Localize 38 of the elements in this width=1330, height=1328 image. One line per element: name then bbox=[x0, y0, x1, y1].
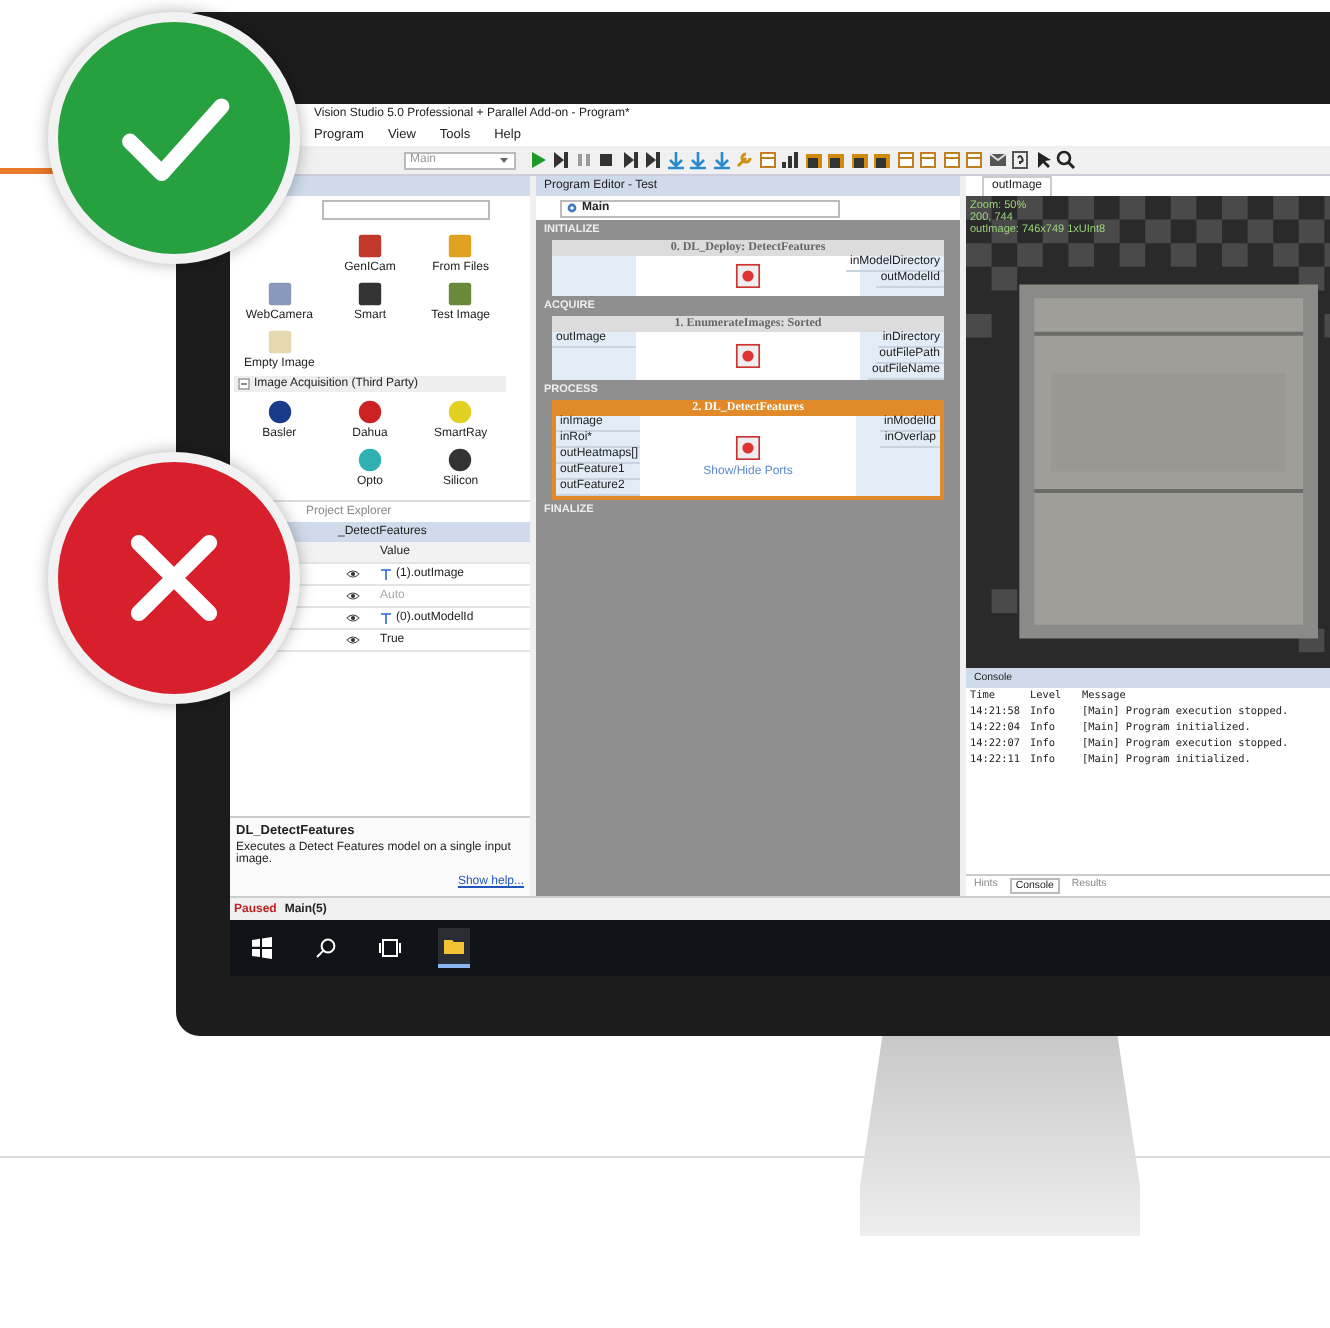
search-icon bbox=[314, 936, 338, 960]
eye-icon[interactable] bbox=[345, 633, 359, 646]
eye-icon[interactable] bbox=[345, 611, 359, 624]
search-field[interactable] bbox=[322, 200, 490, 220]
eye-icon[interactable] bbox=[345, 589, 359, 602]
filter-icon bbox=[734, 342, 762, 370]
link-icon bbox=[380, 568, 392, 580]
collapse-icon[interactable] bbox=[238, 378, 250, 390]
eye-icon[interactable] bbox=[345, 567, 359, 580]
gear-icon bbox=[566, 202, 578, 214]
stop-icon[interactable] bbox=[596, 150, 616, 170]
tool-icon bbox=[355, 232, 384, 260]
tool-icon bbox=[446, 280, 475, 308]
tool-icon bbox=[265, 398, 294, 426]
filter-icon bbox=[734, 434, 762, 462]
tool-icon bbox=[355, 280, 384, 308]
tool-icon bbox=[355, 446, 384, 474]
file-explorer-button[interactable] bbox=[438, 928, 470, 968]
search-icon[interactable] bbox=[1056, 150, 1076, 170]
cursor-icon[interactable] bbox=[1033, 150, 1053, 170]
filter-icon bbox=[734, 262, 762, 290]
link-icon bbox=[380, 612, 392, 624]
tool-icon bbox=[355, 398, 384, 426]
tool-icon bbox=[265, 328, 294, 356]
tool-icon bbox=[446, 232, 475, 260]
tool-icon bbox=[265, 280, 294, 308]
envelope-icon[interactable] bbox=[987, 150, 1007, 170]
tool-icon bbox=[446, 446, 475, 474]
windows-icon bbox=[250, 936, 274, 960]
toolbar-icon[interactable] bbox=[550, 150, 570, 170]
toolbar-icon[interactable] bbox=[780, 150, 800, 170]
caret-icon bbox=[498, 154, 510, 166]
toolbar-icon[interactable] bbox=[642, 150, 662, 170]
folder-icon bbox=[442, 934, 466, 958]
toolbar-icon[interactable] bbox=[619, 150, 639, 170]
task-view-icon bbox=[378, 936, 402, 960]
help-icon[interactable] bbox=[1010, 150, 1030, 170]
tool-icon bbox=[446, 398, 475, 426]
